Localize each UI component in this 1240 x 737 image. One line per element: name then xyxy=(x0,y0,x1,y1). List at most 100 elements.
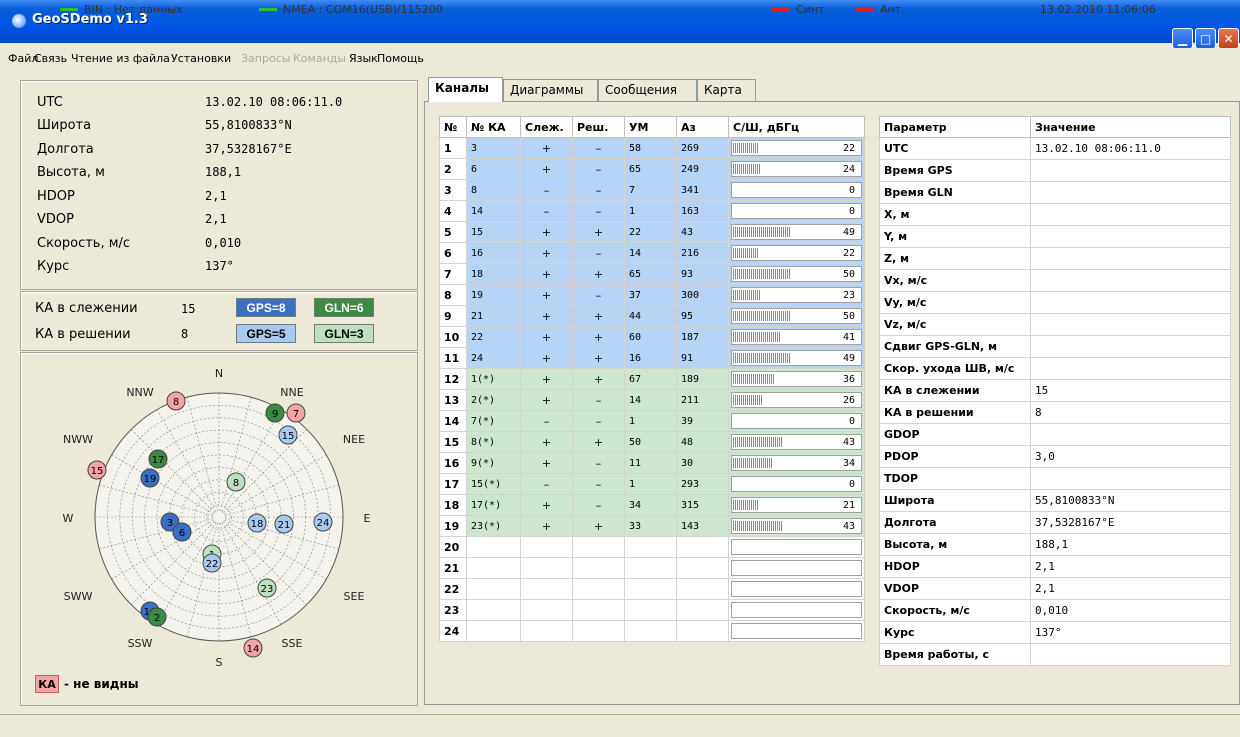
snr-bar-fill xyxy=(733,395,763,405)
tab-channels[interactable]: Каналы xyxy=(428,77,503,102)
parameter-row[interactable]: GDOP xyxy=(879,423,1231,446)
skyplot-direction-label: SSE xyxy=(282,637,303,650)
parameter-name: Курс xyxy=(879,621,1031,644)
skyplot-direction-label: NNE xyxy=(280,386,303,399)
channel-n-cell: 10 xyxy=(439,326,467,348)
channel-row[interactable]: 12 1(*) + +67 189 36 xyxy=(439,368,865,390)
channels-header-cell[interactable]: Реш. xyxy=(572,116,625,138)
channel-row[interactable]: 13 2(*) + –14 211 26 xyxy=(439,389,865,411)
snr-bar-track xyxy=(731,602,862,618)
channel-row[interactable]: 1 3 + –58 269 22 xyxy=(439,137,865,159)
tab-messages[interactable]: Сообщения xyxy=(598,79,697,101)
parameter-value: 8 xyxy=(1030,401,1231,424)
snr-value: 41 xyxy=(842,332,855,343)
channel-sol-cell: – xyxy=(572,452,625,474)
channel-row[interactable]: 14 7(*) – –1 39 0 xyxy=(439,410,865,432)
parameter-row[interactable]: Vy, м/с xyxy=(879,291,1231,314)
solved-label: КА в решении xyxy=(35,327,131,342)
skyplot-direction-label: NEE xyxy=(343,433,365,446)
channels-header-cell[interactable]: УМ xyxy=(624,116,677,138)
menu-read-file[interactable]: Чтение из файла xyxy=(71,52,170,65)
channel-row[interactable]: 4 14– –1 163 0 xyxy=(439,200,865,222)
parameter-row[interactable]: Сдвиг GPS-GLN, м xyxy=(879,335,1231,358)
parameter-row[interactable]: Vx, м/с xyxy=(879,269,1231,292)
channels-header-cell[interactable]: № КА xyxy=(466,116,521,138)
parameter-row[interactable]: Скорость, м/с 0,010 xyxy=(879,599,1231,622)
parameter-row[interactable]: UTC 13.02.10 08:06:11.0 xyxy=(879,137,1231,160)
channel-row[interactable]: 5 15 + +22 43 49 xyxy=(439,221,865,243)
channels-header-cell[interactable]: № xyxy=(439,116,467,138)
parameter-name: Vz, м/с xyxy=(879,313,1031,336)
tab-diagrams[interactable]: Диаграммы xyxy=(503,79,598,101)
parameter-row[interactable]: Время работы, с xyxy=(879,643,1231,666)
channel-row[interactable]: 19 23(*) + +33 143 43 xyxy=(439,515,865,537)
parameter-value xyxy=(1030,159,1231,182)
channel-n-cell: 22 xyxy=(439,578,467,600)
parameter-row[interactable]: VDOP 2,1 xyxy=(879,577,1231,600)
channel-row[interactable]: 15 8(*) + +50 48 43 xyxy=(439,431,865,453)
satellite-label: 8 xyxy=(173,397,179,408)
channel-row[interactable]: 21 xyxy=(439,557,865,579)
close-button[interactable]: ✕ xyxy=(1218,28,1239,49)
parameter-row[interactable]: КА в слежении 15 xyxy=(879,379,1231,402)
channel-row[interactable]: 17 15(*) – –1 293 0 xyxy=(439,473,865,495)
parameter-row[interactable]: PDOP 3,0 xyxy=(879,445,1231,468)
channel-row[interactable]: 6 16 + –14 216 22 xyxy=(439,242,865,264)
parameter-row[interactable]: Высота, м 188,1 xyxy=(879,533,1231,556)
channel-n-cell: 20 xyxy=(439,536,467,558)
parameter-row[interactable]: КА в решении 8 xyxy=(879,401,1231,424)
snr-bar-track: 0 xyxy=(731,203,862,219)
channel-n-cell: 19 xyxy=(439,515,467,537)
channel-row[interactable]: 11 24 + +16 91 49 xyxy=(439,347,865,369)
parameter-row[interactable]: Курс 137° xyxy=(879,621,1231,644)
parameter-row[interactable]: Долгота 37,5328167°E xyxy=(879,511,1231,534)
channel-row[interactable]: 3 8– –7 341 0 xyxy=(439,179,865,201)
snr-value: 26 xyxy=(842,395,855,406)
parameter-row[interactable]: Z, м xyxy=(879,247,1231,270)
channel-row[interactable]: 16 9(*) + –11 30 34 xyxy=(439,452,865,474)
menu-help[interactable]: Помощь xyxy=(377,52,424,65)
channel-track-cell: + xyxy=(520,368,573,390)
parameter-row[interactable]: Время GPS xyxy=(879,159,1231,182)
parameter-row[interactable]: HDOP 2,1 xyxy=(879,555,1231,578)
snr-bar-track: 21 xyxy=(731,497,862,513)
channel-row[interactable]: 23 xyxy=(439,599,865,621)
channel-az-cell: 269 xyxy=(676,137,729,159)
parameter-row[interactable]: Y, м xyxy=(879,225,1231,248)
channel-n-cell: 7 xyxy=(439,263,467,285)
channel-row[interactable]: 22 xyxy=(439,578,865,600)
skyplot-direction-label: NNW xyxy=(126,386,153,399)
channels-header-cell[interactable]: С/Ш, дБГц xyxy=(728,116,865,138)
parameter-value: 13.02.10 08:06:11.0 xyxy=(1030,137,1231,160)
channel-row[interactable]: 18 17(*) + –34 315 21 xyxy=(439,494,865,516)
minimize-button[interactable]: ▁ xyxy=(1172,28,1193,49)
channel-ka-cell: 9(*) xyxy=(466,452,521,474)
channels-header-cell[interactable]: Слеж. xyxy=(520,116,573,138)
tab-map[interactable]: Карта xyxy=(697,79,756,101)
parameter-row[interactable]: Широта 55,8100833°N xyxy=(879,489,1231,512)
channel-row[interactable]: 8 19 + –37 300 23 xyxy=(439,284,865,306)
menu-language[interactable]: Язык xyxy=(349,52,378,65)
channel-sol-cell: + xyxy=(572,347,625,369)
maximize-button[interactable]: □ xyxy=(1195,28,1216,49)
channel-sol-cell xyxy=(572,557,625,579)
channel-row[interactable]: 9 21 + +44 95 50 xyxy=(439,305,865,327)
channel-snr-cell: 34 xyxy=(728,452,865,474)
parameter-row[interactable]: Скор. ухода ШВ, м/с xyxy=(879,357,1231,380)
menu-settings[interactable]: Установки xyxy=(171,52,231,65)
parameter-row[interactable]: Vz, м/с xyxy=(879,313,1231,336)
parameters-header-cell[interactable]: Значение xyxy=(1030,116,1231,138)
parameters-header-cell[interactable]: Параметр xyxy=(879,116,1031,138)
parameter-row[interactable]: Время GLN xyxy=(879,181,1231,204)
channel-row[interactable]: 10 22 + +60 187 41 xyxy=(439,326,865,348)
channels-header-cell[interactable]: Аз xyxy=(676,116,729,138)
channel-sol-cell: + xyxy=(572,263,625,285)
menu-connection[interactable]: Связь xyxy=(34,52,67,65)
channel-row[interactable]: 20 xyxy=(439,536,865,558)
channel-row[interactable]: 7 18 + +65 93 50 xyxy=(439,263,865,285)
channel-row[interactable]: 24 xyxy=(439,620,865,642)
parameter-row[interactable]: X, м xyxy=(879,203,1231,226)
parameter-name: PDOP xyxy=(879,445,1031,468)
channel-row[interactable]: 2 6 + –65 249 24 xyxy=(439,158,865,180)
parameter-row[interactable]: TDOP xyxy=(879,467,1231,490)
